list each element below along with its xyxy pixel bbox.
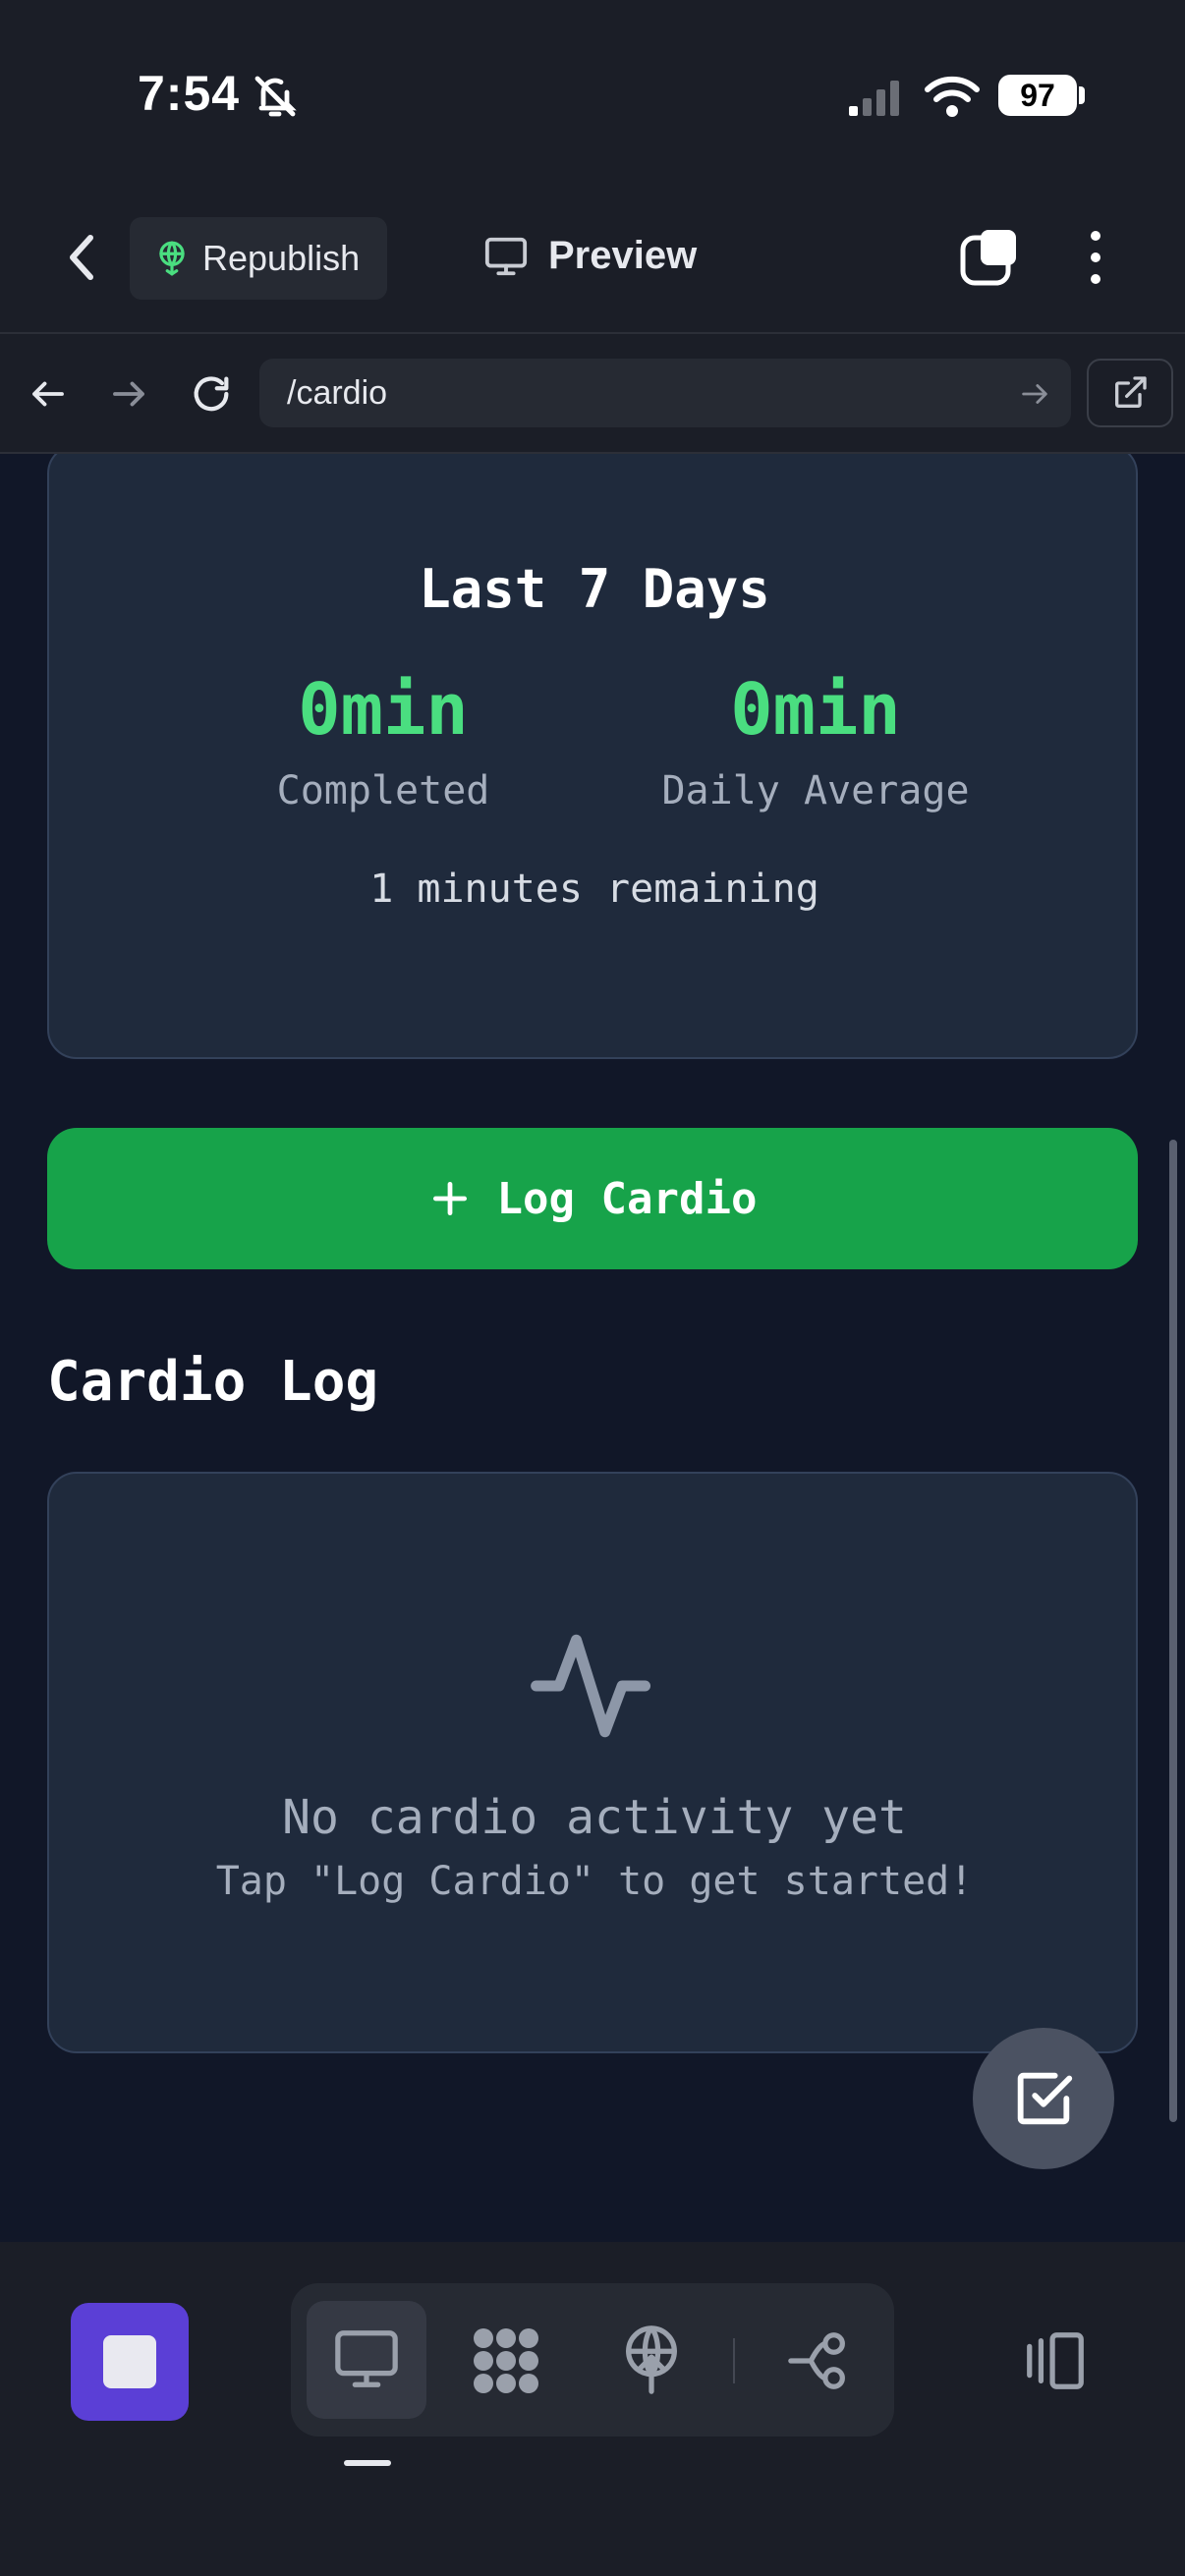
scrollbar[interactable] [1169, 1140, 1177, 2122]
cardio-log-title: Cardio Log [47, 1350, 379, 1414]
activity-icon [525, 1617, 662, 1755]
empty-state-title: No cardio activity yet [282, 1790, 907, 1845]
battery-tip [1079, 86, 1085, 104]
more-vertical-icon[interactable] [1081, 226, 1110, 289]
url-text: /cardio [287, 374, 388, 412]
preview-toggle[interactable]: Preview [548, 234, 697, 278]
selected-indicator [344, 2460, 391, 2466]
summary-title: Last 7 Days [419, 558, 770, 620]
globe-icon [153, 240, 191, 277]
completed-label: Completed [276, 768, 490, 813]
plus-icon [428, 1177, 472, 1220]
average-label: Daily Average [661, 768, 970, 813]
separator [733, 2338, 735, 2383]
dots-grid-icon[interactable] [470, 2324, 542, 2397]
external-link-icon [1110, 373, 1150, 413]
average-value: 0min [730, 668, 901, 751]
status-time: 7:54 [138, 66, 241, 121]
preview-content: Last 7 Days 0min Completed 0min Daily Av… [0, 454, 1185, 2242]
battery-indicator: 97 [998, 75, 1077, 116]
stop-icon [103, 2335, 156, 2388]
monitor-icon [483, 234, 529, 279]
wifi-icon [924, 75, 981, 118]
tabs-icon[interactable] [959, 226, 1022, 289]
completed-value: 0min [298, 668, 469, 751]
chevron-left-icon[interactable] [59, 228, 106, 287]
check-square-icon [1009, 2064, 1078, 2133]
arrow-left-icon[interactable] [28, 373, 69, 415]
bell-slash-icon [252, 73, 299, 120]
floating-action-button[interactable] [973, 2028, 1114, 2169]
stop-button[interactable] [71, 2303, 189, 2421]
publish-icon[interactable] [617, 2323, 686, 2397]
refresh-icon[interactable] [189, 371, 234, 417]
cardio-log-card: No cardio activity yet Tap "Log Cardio" … [47, 1472, 1138, 2053]
empty-state-hint: Tap "Log Cardio" to get started! [215, 1859, 974, 1904]
remaining-text: 1 minutes remaining [369, 867, 819, 912]
log-cardio-button[interactable]: Log Cardio [47, 1128, 1138, 1269]
url-go-icon[interactable] [1018, 377, 1051, 411]
signal-icon [847, 79, 902, 118]
connections-icon[interactable] [784, 2326, 855, 2395]
side-panel-icon[interactable] [1020, 2326, 1091, 2395]
log-cardio-label: Log Cardio [496, 1173, 758, 1224]
summary-card: Last 7 Days 0min Completed 0min Daily Av… [47, 454, 1138, 1059]
arrow-right-icon[interactable] [108, 373, 149, 415]
republish-label: Republish [202, 238, 361, 278]
desktop-icon[interactable] [332, 2324, 401, 2393]
